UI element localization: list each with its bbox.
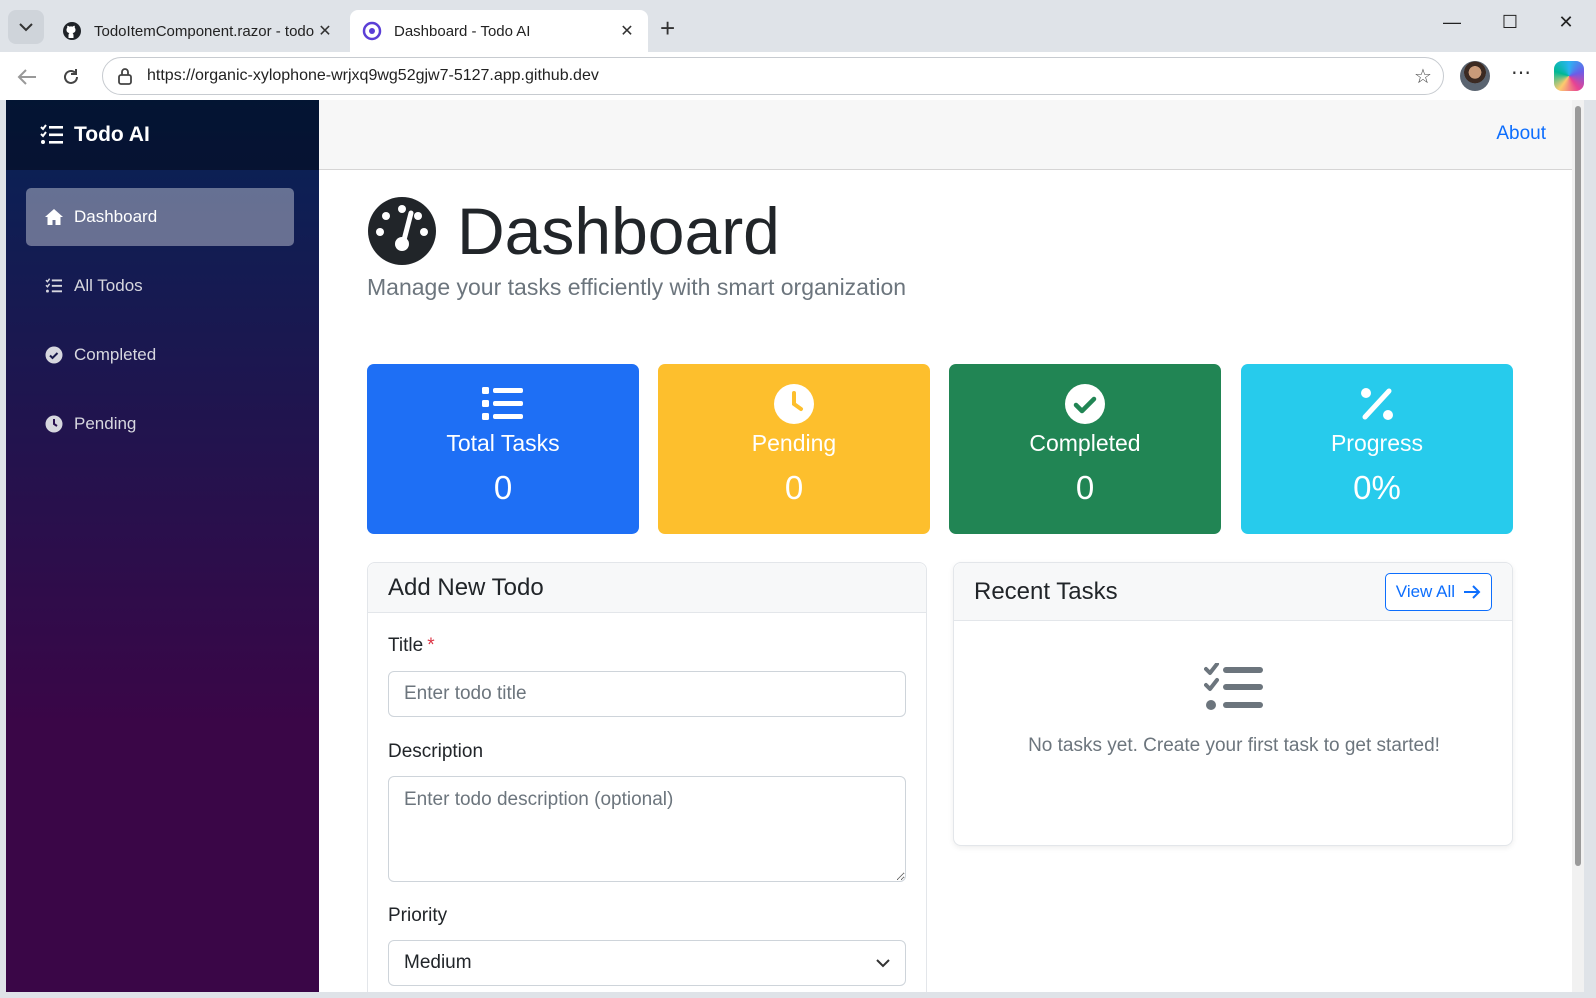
close-icon[interactable]: ✕ bbox=[316, 21, 334, 41]
home-icon bbox=[44, 208, 64, 226]
page-title: Dashboard bbox=[457, 194, 780, 268]
sidebar-item-completed[interactable]: Completed bbox=[26, 326, 294, 384]
page-scrollbar[interactable] bbox=[1572, 100, 1584, 992]
priority-selected-value: Medium bbox=[404, 952, 472, 973]
clock-icon bbox=[773, 384, 815, 424]
title-input[interactable] bbox=[388, 671, 906, 717]
reload-button[interactable] bbox=[56, 62, 86, 92]
stat-value: 0 bbox=[1075, 469, 1095, 506]
stat-value: 0% bbox=[1353, 469, 1401, 506]
card-header: Recent Tasks View All bbox=[954, 563, 1512, 621]
browser-toolbar: https://organic-xylophone-wrjxq9wg52gjw7… bbox=[0, 52, 1596, 100]
required-mark: * bbox=[427, 635, 435, 656]
list-check-icon bbox=[1204, 663, 1263, 710]
stat-value: 0 bbox=[493, 469, 513, 506]
view-all-label: View All bbox=[1395, 581, 1455, 601]
browser-tab-dashboard[interactable]: Dashboard - Todo AI ✕ bbox=[350, 10, 648, 52]
list-check-icon bbox=[40, 124, 64, 146]
clock-icon bbox=[44, 415, 64, 433]
sidebar-item-label: Completed bbox=[74, 345, 157, 364]
card-header: Add New Todo bbox=[368, 563, 926, 613]
blazor-icon bbox=[362, 21, 382, 41]
sidebar-item-label: Dashboard bbox=[74, 207, 158, 226]
close-icon[interactable]: ✕ bbox=[618, 21, 636, 41]
sidebar-item-label: Pending bbox=[74, 414, 137, 433]
stats-row: Total Tasks 0 Pending 0 Completed 0 Prog… bbox=[367, 364, 1513, 534]
maximize-button[interactable]: ☐ bbox=[1490, 12, 1530, 33]
sidebar-item-label: All Todos bbox=[74, 276, 143, 295]
description-textarea[interactable] bbox=[388, 776, 906, 882]
new-tab-button[interactable]: + bbox=[660, 14, 675, 42]
app-viewport: Todo AI Dashboard All Todos Completed Pe… bbox=[6, 100, 1584, 992]
add-todo-card: Add New Todo Title* Description Priority… bbox=[367, 562, 927, 992]
card-title: Add New Todo bbox=[388, 573, 544, 601]
tab-title: TodoItemComponent.razor - todo bbox=[94, 22, 315, 40]
page-header: Dashboard bbox=[367, 194, 1517, 268]
recent-tasks-card: Recent Tasks View All No tasks yet. Crea… bbox=[953, 562, 1513, 846]
view-all-button[interactable]: View All bbox=[1384, 572, 1492, 611]
list-check-icon bbox=[44, 278, 64, 294]
stat-label: Progress bbox=[1330, 430, 1424, 456]
tab-actions-menu-button[interactable] bbox=[8, 10, 44, 44]
browser-tab-todoitemcomponent[interactable]: TodoItemComponent.razor - todo ✕ bbox=[50, 10, 346, 52]
minimize-button[interactable]: — bbox=[1432, 12, 1472, 33]
list-icon bbox=[482, 384, 524, 424]
sidebar-item-all-todos[interactable]: All Todos bbox=[26, 257, 294, 315]
stat-value: 0 bbox=[784, 469, 804, 506]
title-label: Title * bbox=[388, 635, 435, 656]
more-options-button[interactable]: ⋯ bbox=[1506, 60, 1536, 85]
lock-icon bbox=[117, 67, 137, 85]
priority-label: Priority bbox=[388, 905, 448, 926]
sidebar: Todo AI Dashboard All Todos Completed Pe… bbox=[6, 100, 319, 992]
url-text: https://organic-xylophone-wrjxq9wg52gjw7… bbox=[147, 67, 599, 84]
chevron-down-icon bbox=[876, 958, 890, 967]
back-button[interactable] bbox=[12, 62, 42, 92]
priority-select[interactable]: Medium bbox=[388, 940, 906, 986]
stat-card-pending: Pending 0 bbox=[658, 364, 930, 534]
sidebar-brand[interactable]: Todo AI bbox=[6, 100, 319, 170]
card-title: Recent Tasks bbox=[974, 577, 1118, 605]
about-link[interactable]: About bbox=[1496, 123, 1546, 145]
check-circle-icon bbox=[44, 346, 64, 364]
top-row: About bbox=[319, 100, 1584, 170]
profile-avatar[interactable] bbox=[1460, 61, 1490, 91]
stat-card-total-tasks: Total Tasks 0 bbox=[367, 364, 639, 534]
arrow-right-icon bbox=[1463, 584, 1481, 599]
stat-card-completed: Completed 0 bbox=[949, 364, 1221, 534]
address-bar[interactable]: https://organic-xylophone-wrjxq9wg52gjw7… bbox=[102, 57, 1444, 95]
stat-label: Completed bbox=[1029, 430, 1141, 456]
tab-title: Dashboard - Todo AI bbox=[394, 22, 531, 40]
github-icon bbox=[62, 21, 82, 41]
scrollbar-thumb[interactable] bbox=[1575, 106, 1581, 866]
browser-tab-bar: TodoItemComponent.razor - todo ✕ Dashboa… bbox=[0, 0, 1596, 52]
stat-label: Total Tasks bbox=[446, 430, 560, 456]
empty-state-text: No tasks yet. Create your first task to … bbox=[1028, 735, 1440, 756]
description-label: Description bbox=[388, 741, 484, 762]
window-close-button[interactable]: ✕ bbox=[1546, 12, 1586, 33]
brand-name: Todo AI bbox=[74, 123, 150, 146]
main-content: Dashboard Manage your tasks efficiently … bbox=[367, 194, 1517, 992]
stat-label: Pending bbox=[751, 430, 837, 456]
empty-state: No tasks yet. Create your first task to … bbox=[954, 663, 1514, 757]
page-subtitle: Manage your tasks efficiently with smart… bbox=[367, 274, 907, 300]
stat-card-progress: Progress 0% bbox=[1241, 364, 1513, 534]
arrow-left-icon bbox=[17, 69, 36, 85]
copilot-icon[interactable] bbox=[1554, 61, 1584, 91]
percent-icon bbox=[1360, 384, 1394, 424]
gauge-icon bbox=[368, 197, 436, 265]
chevron-down-icon bbox=[19, 22, 33, 31]
check-circle-icon bbox=[1064, 384, 1106, 424]
sidebar-item-pending[interactable]: Pending bbox=[26, 395, 294, 453]
favorite-star-icon[interactable]: ☆ bbox=[1403, 64, 1443, 89]
sidebar-item-dashboard[interactable]: Dashboard bbox=[26, 188, 294, 246]
reload-icon bbox=[64, 69, 78, 84]
